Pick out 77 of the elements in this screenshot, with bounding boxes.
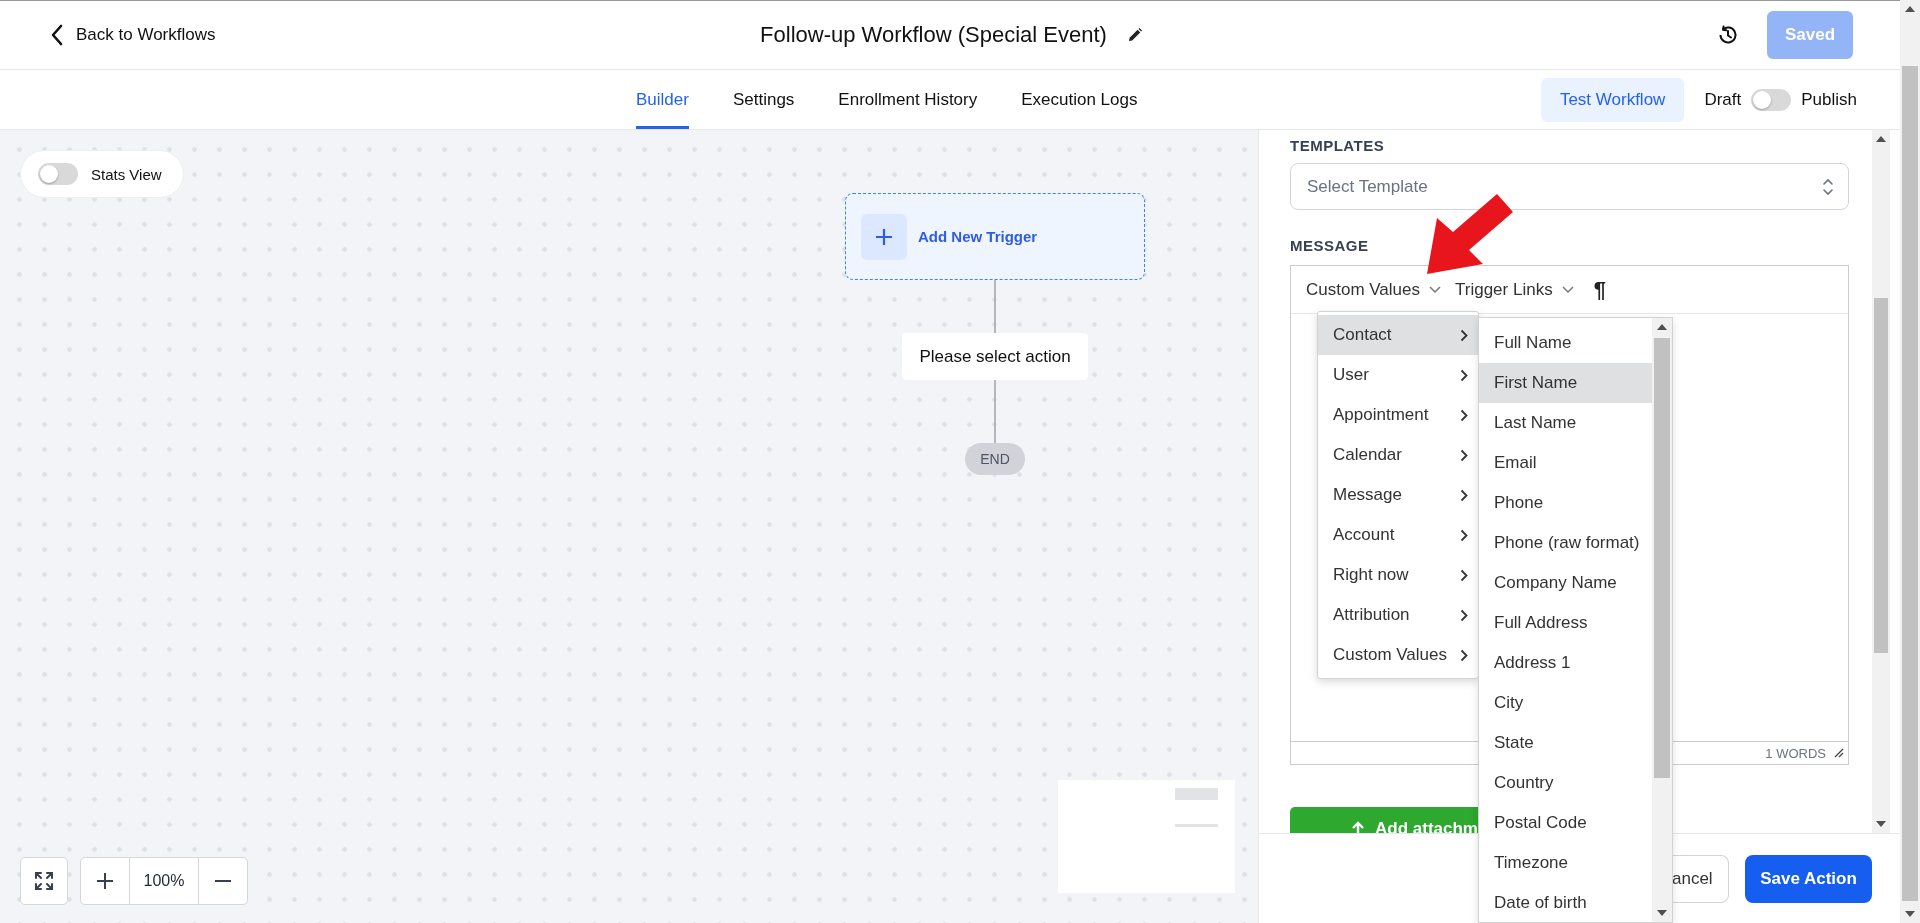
chevron-right-icon: [1460, 568, 1468, 582]
menu-item[interactable]: Calendar: [1318, 435, 1478, 475]
chevron-right-icon: [1460, 328, 1468, 342]
tab[interactable]: Enrollment History: [838, 70, 978, 129]
menu-item[interactable]: Full Address: [1479, 603, 1652, 643]
menu-item[interactable]: Account: [1318, 515, 1478, 555]
upload-icon: [1351, 821, 1366, 833]
chevron-right-icon: [1460, 488, 1468, 502]
test-workflow-button[interactable]: Test Workflow: [1540, 77, 1685, 122]
chevron-right-icon: [1460, 528, 1468, 542]
menu-item[interactable]: City: [1479, 683, 1652, 723]
field-label: MESSAGE: [1290, 235, 1370, 256]
publish-toggle[interactable]: [1751, 88, 1792, 111]
template-select[interactable]: Select Template: [1290, 163, 1849, 210]
menu-item[interactable]: Country: [1479, 763, 1652, 803]
minimap[interactable]: [1058, 780, 1235, 893]
paragraph-button[interactable]: ¶: [1593, 276, 1606, 303]
edit-icon[interactable]: [1126, 27, 1143, 43]
chevron-right-icon: [1460, 648, 1468, 662]
action-node[interactable]: Please select action: [902, 333, 1088, 380]
trigger-node[interactable]: Add New Trigger: [845, 193, 1145, 280]
chevron-updown-icon: [1822, 176, 1834, 197]
chevron-left-icon: [50, 24, 64, 46]
zoom-level: 100%: [129, 858, 199, 904]
plus-icon: [96, 872, 114, 890]
scrollbar[interactable]: [1872, 130, 1890, 833]
publish-label: Publish: [1801, 89, 1857, 110]
chevron-right-icon: [1460, 608, 1468, 622]
menu-item[interactable]: Email: [1479, 443, 1652, 483]
menu-item[interactable]: Company Name: [1479, 563, 1652, 603]
menu-item[interactable]: Appointment: [1318, 395, 1478, 435]
save-action-button[interactable]: Save Action: [1745, 854, 1872, 903]
word-count: 1 WORDS: [1765, 745, 1826, 761]
draft-label: Draft: [1704, 89, 1742, 110]
chevron-right-icon: [1460, 408, 1468, 422]
menu-item[interactable]: First Name: [1479, 363, 1652, 403]
menu-item[interactable]: User: [1318, 355, 1478, 395]
menu-item[interactable]: Postal Code: [1479, 803, 1652, 843]
menu-item[interactable]: Custom Values: [1318, 635, 1478, 675]
chevron-down-icon: [1429, 285, 1441, 294]
stats-view-toggle[interactable]: [38, 163, 78, 185]
back-link[interactable]: Back to Workflows: [50, 24, 216, 46]
menu-item[interactable]: Right now: [1318, 555, 1478, 595]
tab[interactable]: Settings: [732, 70, 795, 129]
cancel-button[interactable]: ancel: [1672, 854, 1729, 903]
expand-icon: [34, 871, 54, 891]
history-icon[interactable]: [1717, 24, 1739, 46]
workflow-title: Follow-up Workflow (Special Event): [760, 22, 1107, 48]
field-label: TEMPLATES: [1290, 135, 1386, 156]
minus-icon: [214, 879, 232, 883]
fit-view-button[interactable]: [20, 857, 68, 905]
menu-item[interactable]: State: [1479, 723, 1652, 763]
chevron-right-icon: [1460, 368, 1468, 382]
add-trigger-button[interactable]: [861, 213, 907, 260]
minimap-drawing: [1175, 788, 1218, 827]
menu-item[interactable]: Message: [1318, 475, 1478, 515]
menu-item[interactable]: Timezone: [1479, 843, 1652, 883]
menu-item[interactable]: Address 1: [1479, 643, 1652, 683]
tab[interactable]: Execution Logs: [1021, 70, 1138, 129]
menu-item[interactable]: Contact: [1318, 315, 1478, 355]
chevron-down-icon: [1561, 285, 1574, 294]
menu-item[interactable]: Phone (raw format): [1479, 523, 1652, 563]
plus-icon: [875, 227, 893, 246]
resize-grip-icon[interactable]: [1834, 748, 1844, 758]
toolbar-dropdown[interactable]: Trigger Links: [1455, 279, 1574, 300]
chevron-right-icon: [1460, 448, 1468, 462]
menu-item[interactable]: Date of birth: [1479, 883, 1652, 923]
menu-item[interactable]: Full Name: [1479, 323, 1652, 363]
menu-item[interactable]: Attribution: [1318, 595, 1478, 635]
trigger-label: Add New Trigger: [918, 228, 1038, 245]
scrollbar[interactable]: [1900, 0, 1920, 923]
menu-item[interactable]: Last Name: [1479, 403, 1652, 443]
stats-view-label: Stats View: [91, 165, 162, 183]
end-node: END: [965, 443, 1025, 475]
toolbar-dropdown[interactable]: Custom Values: [1306, 279, 1441, 300]
scrollbar[interactable]: [1652, 318, 1672, 922]
menu-item[interactable]: Phone: [1479, 483, 1652, 523]
